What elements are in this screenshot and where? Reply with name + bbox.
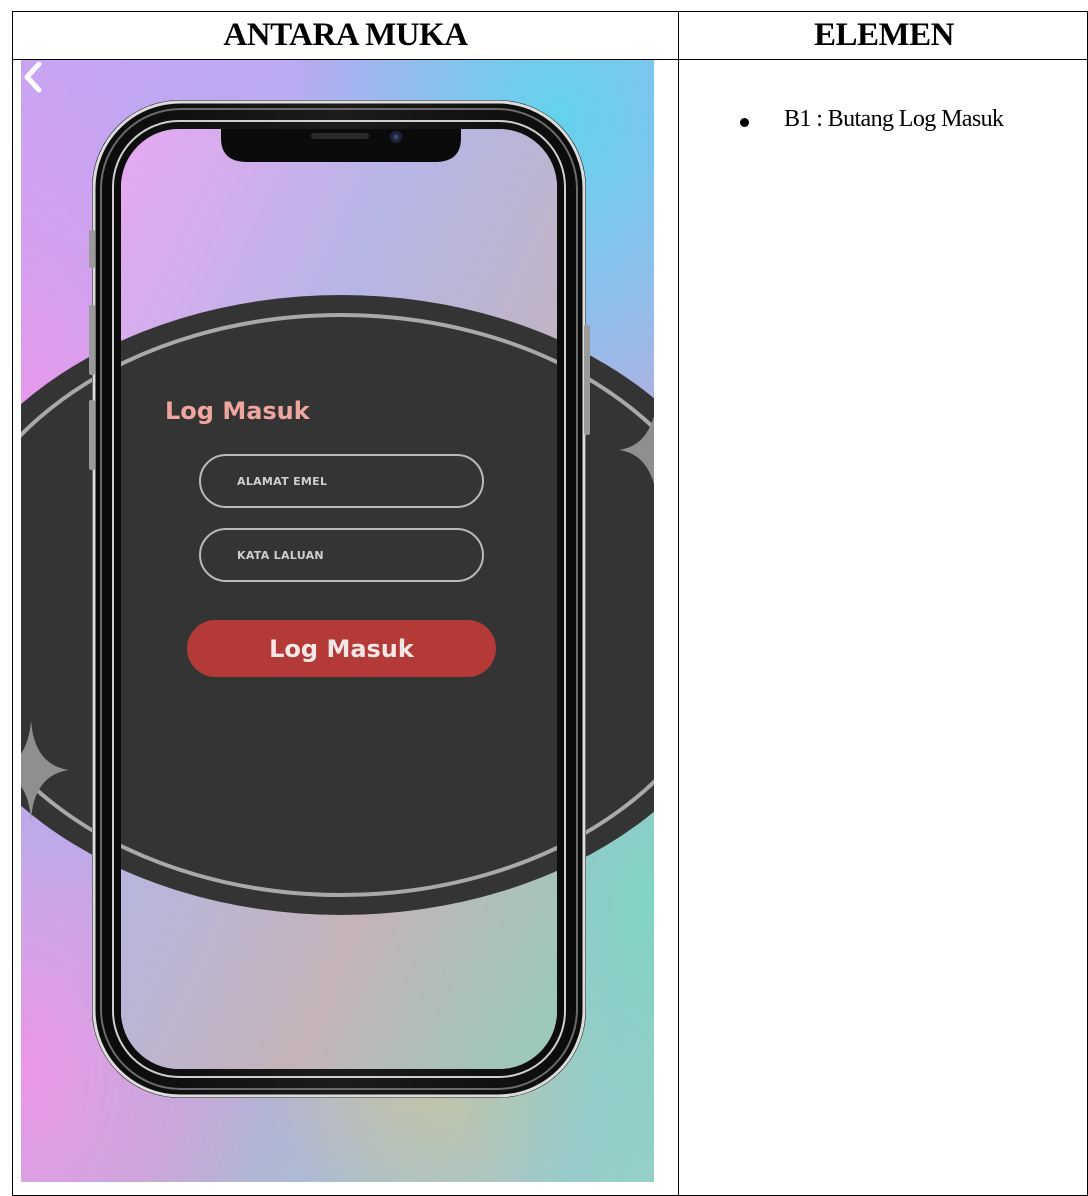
column-divider (678, 12, 679, 1195)
list-item: B1 : Butang Log Masuk (714, 106, 1004, 133)
email-field[interactable]: ALAMAT EMEL (199, 454, 484, 508)
login-screen: Log Masuk ALAMAT EMEL KATA LALUAN Log Ma… (21, 60, 654, 1182)
bullet-icon (740, 118, 749, 127)
login-button[interactable]: Log Masuk (187, 620, 496, 677)
element-list: B1 : Butang Log Masuk (714, 106, 1004, 133)
app-screenshot: Log Masuk ALAMAT EMEL KATA LALUAN Log Ma… (21, 60, 654, 1182)
element-label: B1 : Butang Log Masuk (784, 106, 1004, 132)
login-button-label: Log Masuk (269, 634, 414, 663)
chevron-left-icon[interactable] (21, 60, 45, 94)
password-placeholder: KATA LALUAN (237, 548, 324, 562)
header-interface: ANTARA MUKA (223, 17, 468, 53)
password-field[interactable]: KATA LALUAN (199, 528, 484, 582)
page-title: Log Masuk (165, 397, 310, 425)
email-placeholder: ALAMAT EMEL (237, 474, 328, 488)
header-elements: ELEMEN (813, 17, 955, 53)
